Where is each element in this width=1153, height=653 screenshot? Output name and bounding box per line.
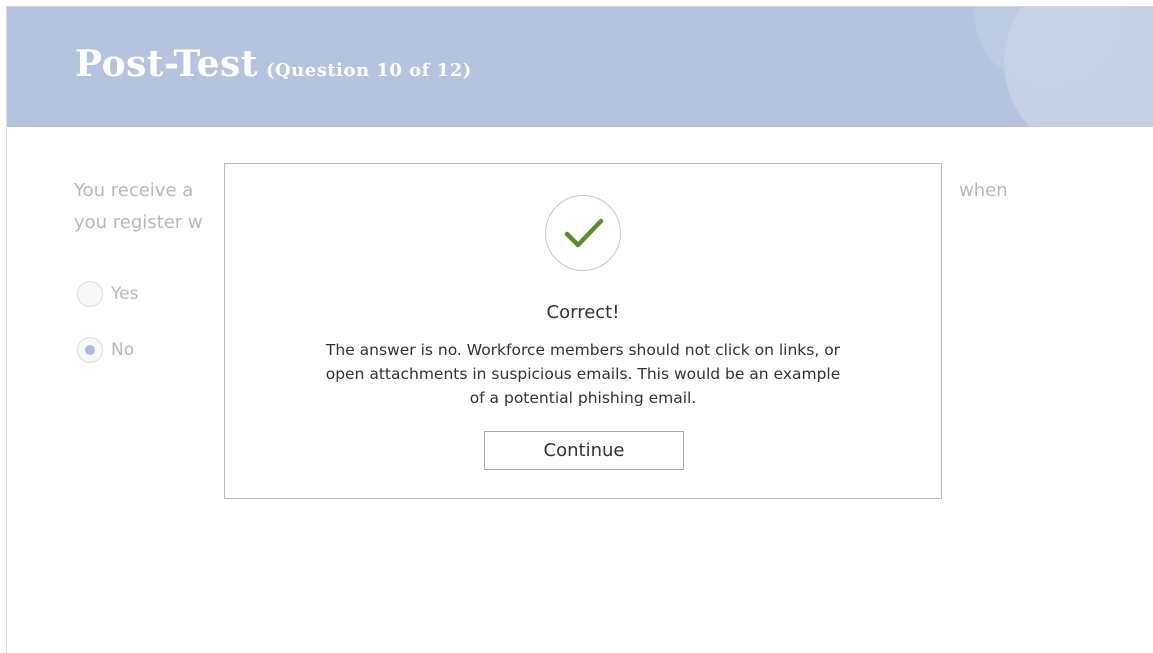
feedback-title: Correct!: [546, 302, 620, 323]
option-yes[interactable]: Yes: [77, 281, 138, 307]
feedback-line: The answer is no. Workforce members shou…: [325, 341, 841, 359]
header-decoration: [1004, 7, 1153, 127]
continue-button[interactable]: Continue: [484, 431, 684, 470]
feedback-line: of a potential phishing email.: [469, 389, 697, 407]
feedback-dialog: Correct! The answer is no. Workforce mem…: [224, 163, 942, 499]
feedback-line: open attachments in suspicious emails. T…: [325, 365, 841, 383]
checkmark-icon: [564, 218, 604, 248]
slide: Post-Test (Question 10 of 12) You receive…: [6, 6, 1153, 653]
page-title: Post-Test (Question 10 of 12): [75, 43, 472, 85]
page-title-text: Post-Test: [75, 43, 258, 85]
option-yes-label: Yes: [111, 284, 139, 304]
option-no[interactable]: No: [77, 337, 134, 363]
checkmark-badge: [545, 195, 621, 271]
question-text-line1-right: when: [959, 180, 1008, 201]
option-no-label: No: [111, 340, 135, 360]
radio-yes[interactable]: [77, 281, 103, 307]
feedback-message: The answer is no. Workforce members shou…: [265, 338, 901, 410]
radio-no[interactable]: [77, 337, 103, 363]
question-text-line2-left: you register w: [74, 212, 203, 233]
question-text-line1-left: You receive a: [74, 180, 194, 201]
question-counter: (Question 10 of 12): [265, 60, 472, 81]
header-band: Post-Test (Question 10 of 12): [7, 7, 1153, 127]
